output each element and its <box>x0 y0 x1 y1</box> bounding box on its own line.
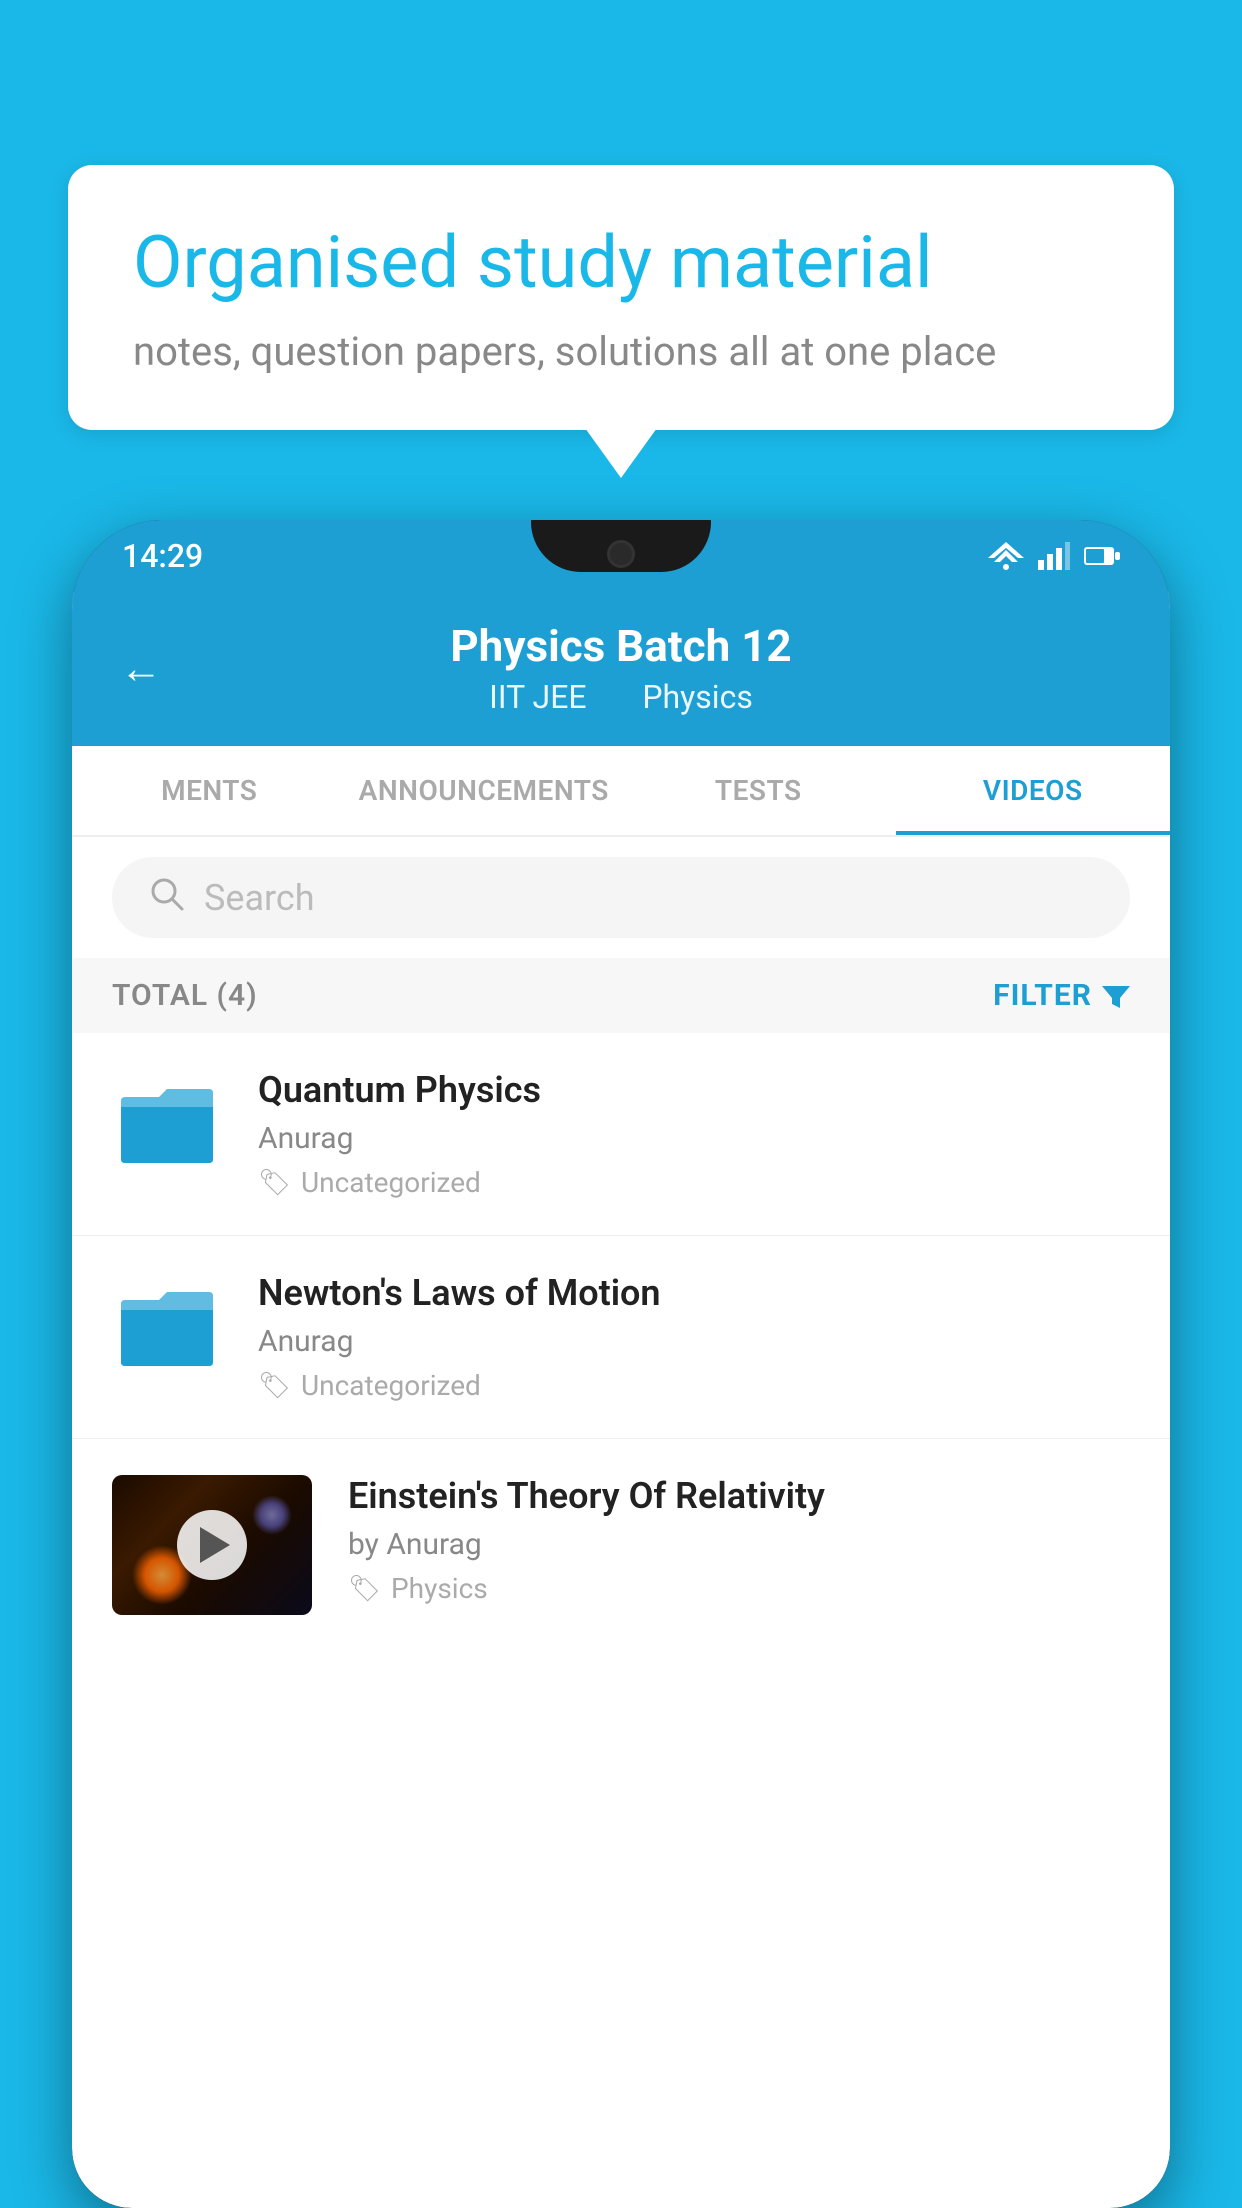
item-info: Quantum Physics Anurag 🏷 Uncategorized <box>258 1069 1130 1199</box>
item-title: Einstein's Theory Of Relativity <box>348 1475 1130 1517</box>
search-container: Search <box>72 837 1170 958</box>
phone-frame: 14:29 ← <box>72 520 1170 2208</box>
item-tag: 🏷 Uncategorized <box>258 1166 1130 1199</box>
folder-icon <box>117 1282 217 1372</box>
tab-bar: MENTS ANNOUNCEMENTS TESTS VIDEOS <box>72 746 1170 837</box>
tab-announcements[interactable]: ANNOUNCEMENTS <box>347 746 622 835</box>
video-list: Quantum Physics Anurag 🏷 Uncategorized <box>72 1033 1170 1651</box>
tag-icon: 🏷 <box>258 1371 291 1401</box>
app-content: ← Physics Batch 12 IIT JEE Physics MENTS… <box>72 592 1170 2208</box>
bubble-title: Organised study material <box>133 220 1109 306</box>
app-header: ← Physics Batch 12 IIT JEE Physics <box>72 592 1170 746</box>
item-thumbnail <box>112 1069 222 1179</box>
item-title: Quantum Physics <box>258 1069 1130 1111</box>
tag-label: Uncategorized <box>301 1166 481 1199</box>
tab-tests[interactable]: TESTS <box>621 746 896 835</box>
signal-icon <box>1038 542 1070 570</box>
list-item[interactable]: Quantum Physics Anurag 🏷 Uncategorized <box>72 1033 1170 1236</box>
status-bar: 14:29 <box>72 520 1170 592</box>
tab-ments[interactable]: MENTS <box>72 746 347 835</box>
speech-bubble: Organised study material notes, question… <box>68 165 1174 430</box>
front-camera <box>607 540 635 568</box>
batch-subtitle: IIT JEE Physics <box>122 678 1120 716</box>
wifi-icon <box>988 542 1024 570</box>
play-icon <box>200 1527 230 1563</box>
list-item[interactable]: Einstein's Theory Of Relativity by Anura… <box>72 1439 1170 1651</box>
item-thumbnail <box>112 1272 222 1382</box>
tag-label: Uncategorized <box>301 1369 481 1402</box>
bubble-subtitle: notes, question papers, solutions all at… <box>133 328 1109 375</box>
item-author: by Anurag <box>348 1527 1130 1562</box>
total-count: TOTAL (4) <box>112 978 258 1013</box>
batch-subject: Physics <box>642 678 753 716</box>
filter-button[interactable]: FILTER <box>993 978 1130 1013</box>
tag-label: Physics <box>391 1572 488 1605</box>
notch <box>531 520 711 572</box>
tab-videos[interactable]: VIDEOS <box>896 746 1171 835</box>
status-icons <box>988 542 1120 570</box>
list-item[interactable]: Newton's Laws of Motion Anurag 🏷 Uncateg… <box>72 1236 1170 1439</box>
folder-icon <box>117 1079 217 1169</box>
search-icon <box>148 875 184 920</box>
battery-icon <box>1084 545 1120 567</box>
search-bar[interactable]: Search <box>112 857 1130 938</box>
video-thumbnail <box>112 1475 312 1615</box>
item-info: Newton's Laws of Motion Anurag 🏷 Uncateg… <box>258 1272 1130 1402</box>
item-title: Newton's Laws of Motion <box>258 1272 1130 1314</box>
item-tag: 🏷 Uncategorized <box>258 1369 1130 1402</box>
status-time: 14:29 <box>122 537 203 575</box>
search-placeholder: Search <box>204 877 315 919</box>
back-button[interactable]: ← <box>120 645 162 694</box>
item-author: Anurag <box>258 1324 1130 1359</box>
tag-icon: 🏷 <box>258 1168 291 1198</box>
filter-row: TOTAL (4) FILTER <box>72 958 1170 1033</box>
item-info: Einstein's Theory Of Relativity by Anura… <box>348 1475 1130 1605</box>
batch-title: Physics Batch 12 <box>122 620 1120 672</box>
item-author: Anurag <box>258 1121 1130 1156</box>
tag-icon: 🏷 <box>348 1574 381 1604</box>
batch-category: IIT JEE <box>489 678 586 716</box>
item-tag: 🏷 Physics <box>348 1572 1130 1605</box>
filter-label: FILTER <box>993 978 1092 1013</box>
play-button[interactable] <box>177 1510 247 1580</box>
filter-icon <box>1102 982 1130 1010</box>
